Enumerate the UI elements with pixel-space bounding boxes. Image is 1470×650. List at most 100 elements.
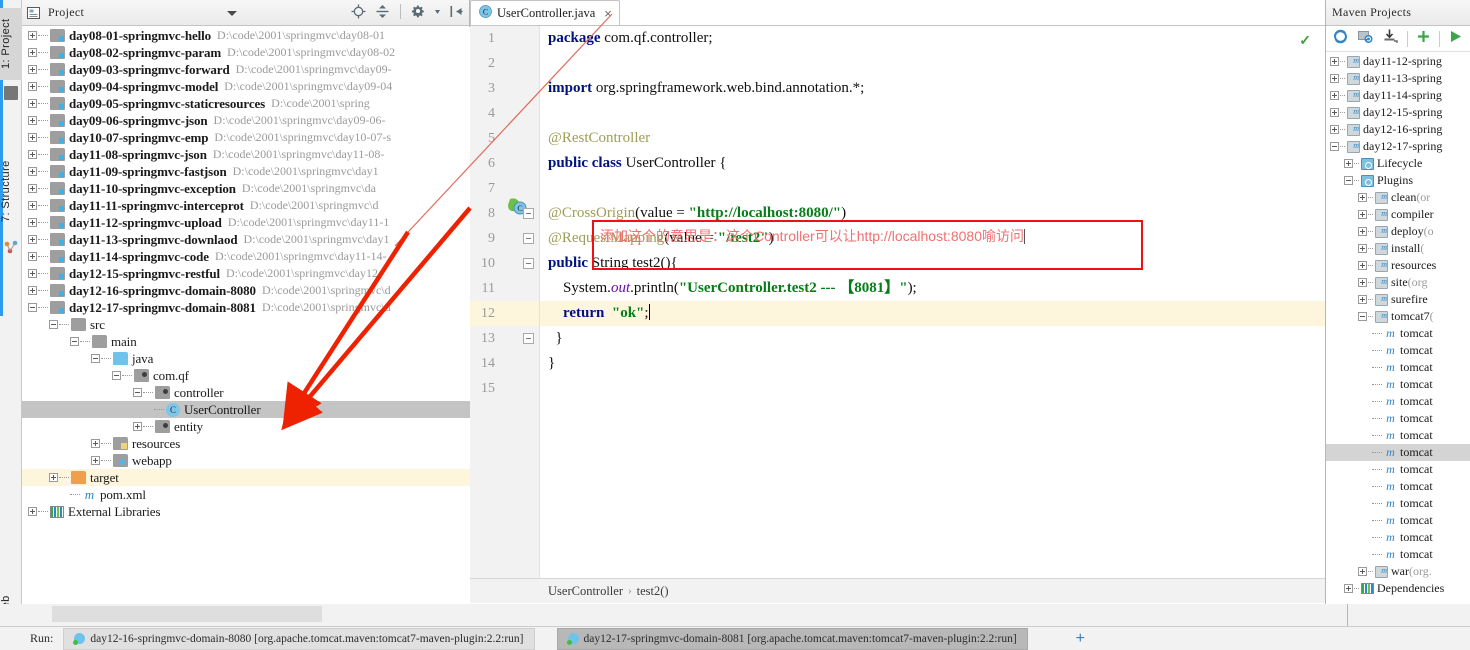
maven-tree-node[interactable]: day11-12-spring (1326, 53, 1470, 70)
maven-tree-node[interactable]: m tomcat (1326, 325, 1470, 342)
code-editor[interactable]: C 1 2 3 4 5 6 7 8 9 10 11 12 13 14 15 package com.qf.c… (470, 26, 1325, 578)
close-icon[interactable]: × (604, 6, 612, 21)
maven-tree-node[interactable]: Dependencies (1326, 580, 1470, 597)
maven-tree-node[interactable]: m tomcat (1326, 342, 1470, 359)
code-fold-icon[interactable] (523, 258, 534, 269)
expand-icon[interactable] (28, 48, 37, 57)
maven-tree-node[interactable]: day11-13-spring (1326, 69, 1470, 87)
maven-tree-node[interactable]: compiler (1326, 205, 1470, 223)
settings-gear-icon[interactable] (410, 3, 427, 20)
code-line[interactable]: public class UserController { (540, 151, 1325, 176)
collapse-icon[interactable] (1344, 176, 1353, 185)
expand-icon[interactable] (1358, 210, 1367, 219)
locate-icon[interactable] (350, 3, 367, 20)
expand-icon[interactable] (1330, 91, 1339, 100)
hide-panel-icon[interactable] (448, 3, 465, 20)
tree-node-target[interactable]: target (22, 469, 470, 486)
maven-tree-node[interactable]: day12-16-spring (1326, 120, 1470, 138)
tree-node-day11-11-springmvc-interceprot[interactable]: day11-11-springmvc-interceprot D:\code\20… (22, 197, 470, 214)
maven-tree-node[interactable]: m tomcat (1326, 529, 1470, 546)
maven-tree-node[interactable]: war (org. (1326, 562, 1470, 580)
tree-node-day09-04-springmvc-model[interactable]: day09-04-springmvc-model D:\code\2001\spr… (22, 78, 470, 95)
inspection-status-icon[interactable]: ✓ (1299, 32, 1311, 49)
sidebar-item-structure[interactable]: 7: Structure (0, 148, 22, 234)
tree-node-src[interactable]: src (22, 316, 470, 333)
maven-tree-node[interactable]: m tomcat (1326, 495, 1470, 512)
maven-tree-node[interactable]: m tomcat (1326, 546, 1470, 563)
tree-node-day10-07-springmvc-emp[interactable]: day10-07-springmvc-emp D:\code\2001\sprin… (22, 129, 470, 146)
expand-icon[interactable] (28, 201, 37, 210)
maven-tree-node[interactable]: m tomcat (1326, 512, 1470, 529)
maven-tree-node[interactable]: Plugins (1326, 172, 1470, 189)
collapse-icon[interactable] (1358, 312, 1367, 321)
tree-node-webapp[interactable]: webapp (22, 452, 470, 469)
tree-node-day08-02-springmvc-param[interactable]: day08-02-springmvc-param D:\code\2001\spr… (22, 44, 470, 61)
expand-icon[interactable] (91, 456, 100, 465)
expand-icon[interactable] (28, 133, 37, 142)
generate-sources-icon[interactable] (1357, 28, 1374, 50)
maven-tree-node[interactable]: m tomcat (1326, 393, 1470, 410)
code-line[interactable] (540, 376, 1325, 401)
code-text[interactable]: package com.qf.controller; import org.sp… (540, 26, 1325, 578)
collapse-icon[interactable] (70, 337, 79, 346)
maven-tree-node[interactable]: m tomcat (1326, 444, 1470, 461)
editor-tab-usercontroller[interactable]: C UserController.java × (470, 0, 620, 25)
sidebar-item-project[interactable]: 1: Project (0, 8, 22, 80)
reimport-icon[interactable] (1332, 28, 1349, 50)
maven-tree-node[interactable]: resources (1326, 256, 1470, 274)
expand-icon[interactable] (28, 184, 37, 193)
expand-icon[interactable] (1358, 244, 1367, 253)
expand-icon[interactable] (28, 150, 37, 159)
expand-icon[interactable] (28, 167, 37, 176)
code-fold-icon[interactable] (523, 233, 534, 244)
execute-goal-icon[interactable] (1448, 29, 1463, 49)
tree-node-usercontroller[interactable]: C UserController (22, 401, 470, 418)
chevron-down-icon[interactable] (227, 11, 237, 16)
maven-tree-node[interactable]: m tomcat (1326, 359, 1470, 376)
expand-icon[interactable] (1358, 227, 1367, 236)
expand-icon[interactable] (1330, 108, 1339, 117)
expand-icon[interactable] (28, 116, 37, 125)
maven-tree-node[interactable]: day12-15-spring (1326, 103, 1470, 121)
expand-icon[interactable] (28, 82, 37, 91)
expand-icon[interactable] (28, 269, 37, 278)
expand-icon[interactable] (28, 31, 37, 40)
tree-node-day12-16-springmvc-domain-8080[interactable]: day12-16-springmvc-domain-8080 D:\code\20… (22, 282, 470, 299)
maven-tree-node[interactable]: day12-17-spring (1326, 137, 1470, 155)
expand-icon[interactable] (28, 252, 37, 261)
breadcrumb-method[interactable]: test2() (637, 584, 669, 599)
tree-node-day08-01-springmvc-hello[interactable]: day08-01-springmvc-hello D:\code\2001\spr… (22, 27, 470, 44)
add-maven-project-icon[interactable] (1416, 29, 1431, 49)
maven-tree-node[interactable]: install ( (1326, 239, 1470, 257)
editor-gutter[interactable]: C 1 2 3 4 5 6 7 8 9 10 11 12 13 14 15 (470, 26, 540, 578)
expand-icon[interactable] (28, 99, 37, 108)
tree-node-day11-09-springmvc-fastjson[interactable]: day11-09-springmvc-fastjson D:\code\2001\… (22, 163, 470, 180)
tree-node-day11-08-springmvc-json[interactable]: day11-08-springmvc-json D:\code\2001\spri… (22, 146, 470, 163)
tree-node-day11-12-springmvc-upload[interactable]: day11-12-springmvc-upload D:\code\2001\sp… (22, 214, 470, 231)
code-fold-icon[interactable] (523, 208, 534, 219)
expand-icon[interactable] (49, 473, 58, 482)
code-line[interactable]: public String test2(){ (540, 251, 1325, 276)
code-line[interactable]: System.out.println("UserController.test2… (540, 276, 1325, 301)
maven-tree-node[interactable]: m tomcat (1326, 376, 1470, 393)
collapse-icon[interactable] (49, 320, 58, 329)
expand-icon[interactable] (1330, 57, 1339, 66)
tree-node-day09-06-springmvc-json[interactable]: day09-06-springmvc-json D:\code\2001\spri… (22, 112, 470, 129)
collapse-icon[interactable] (1330, 142, 1339, 151)
tree-node-main[interactable]: main (22, 333, 470, 350)
expand-icon[interactable] (1330, 125, 1339, 134)
code-fold-icon[interactable] (523, 333, 534, 344)
code-line[interactable] (540, 176, 1325, 201)
maven-tree-node[interactable]: surefire (1326, 290, 1470, 308)
code-line[interactable]: return "ok"; (540, 301, 1325, 326)
tree-node-day09-03-springmvc-forward[interactable]: day09-03-springmvc-forward D:\code\2001\s… (22, 61, 470, 78)
tree-node-controller[interactable]: controller (22, 384, 470, 401)
expand-icon[interactable] (1358, 261, 1367, 270)
collapse-icon[interactable] (112, 371, 121, 380)
expand-icon[interactable] (1330, 74, 1339, 83)
tree-node-day11-14-springmvc-code[interactable]: day11-14-springmvc-code D:\code\2001\spri… (22, 248, 470, 265)
code-line[interactable]: } (540, 351, 1325, 376)
expand-icon[interactable] (1358, 193, 1367, 202)
code-line[interactable]: import org.springframework.web.bind.anno… (540, 76, 1325, 101)
maven-tree-node[interactable]: Lifecycle (1326, 155, 1470, 172)
